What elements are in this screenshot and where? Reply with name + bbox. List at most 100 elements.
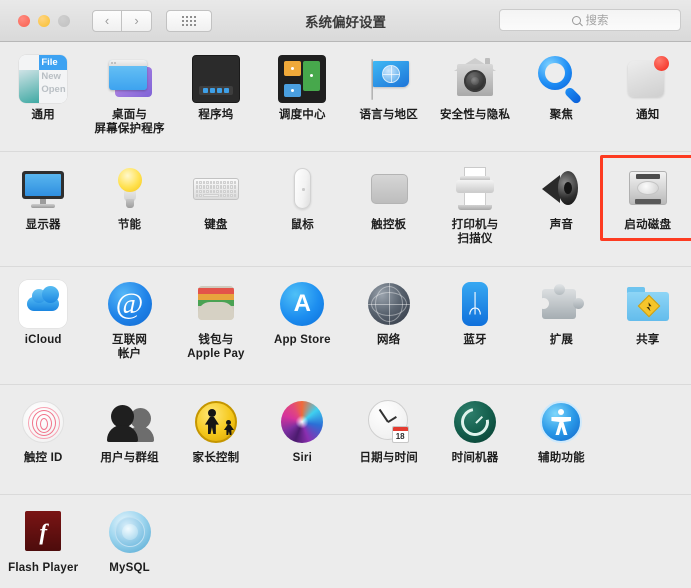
pref-pane-general[interactable]: FileNewOpen 通用 — [0, 42, 86, 151]
accessibility-icon — [537, 398, 585, 446]
pref-pane-mysql[interactable]: MySQL — [86, 495, 172, 587]
pref-pane-printers-scanners[interactable]: 打印机与 扫描仪 — [432, 152, 518, 266]
pref-pane-label: 声音 — [550, 218, 573, 232]
pref-pane-app-store[interactable]: AApp Store — [259, 267, 345, 384]
grid-icon — [182, 16, 196, 26]
pref-pane-label: App Store — [274, 333, 331, 347]
pref-pane-dock[interactable]: 程序坞 — [173, 42, 259, 151]
preference-grid: FileNewOpen 通用 桌面与 屏幕保护程序 程序坞 调度中心 语言与地区 安全性与隐… — [0, 42, 691, 588]
forward-button[interactable]: › — [122, 10, 152, 32]
at-sign-icon: @ — [106, 280, 154, 328]
row-internet: iCloud @ 互联网 帐户 钱包与 Apple Pay AApp Store网络ᛦ蓝… — [0, 267, 691, 385]
pref-pane-users-groups[interactable]: 用户与群组 — [86, 385, 172, 494]
system-preferences-window: ‹ › 系统偏好设置 搜索 FileNewOpen 通用 桌面与 屏幕保护程序 程序坞… — [0, 0, 691, 588]
pref-pane-label: 触控板 — [371, 218, 406, 232]
pref-pane-icloud[interactable]: iCloud — [0, 267, 86, 384]
pref-pane-label: 时间机器 — [452, 451, 499, 465]
search-field[interactable]: 搜索 — [499, 9, 681, 31]
search-icon — [572, 16, 581, 25]
titlebar: ‹ › 系统偏好设置 搜索 — [0, 0, 691, 42]
speaker-icon — [537, 165, 585, 213]
close-button[interactable] — [18, 15, 30, 27]
pref-pane-displays[interactable]: 显示器 — [0, 152, 86, 266]
users-icon — [106, 398, 154, 446]
pref-pane-label: 用户与群组 — [100, 451, 159, 465]
pref-pane-touch-id[interactable]: 触控 ID — [0, 385, 86, 494]
pref-pane-language-region[interactable]: 语言与地区 — [346, 42, 432, 151]
pref-pane-label: 桌面与 屏幕保护程序 — [94, 108, 164, 136]
pref-pane-label: Siri — [293, 451, 312, 465]
pref-pane-label: 鼠标 — [291, 218, 314, 232]
printer-icon — [451, 165, 499, 213]
pref-pane-mouse[interactable]: 鼠标 — [259, 152, 345, 266]
pref-pane-label: 通用 — [31, 108, 54, 122]
pref-pane-label: 辅助功能 — [538, 451, 585, 465]
navigation-buttons: ‹ › — [92, 10, 152, 32]
pref-pane-flash-player[interactable]: fFlash Player — [0, 495, 86, 587]
desktop-icon — [106, 55, 154, 103]
pref-pane-label: 通知 — [636, 108, 659, 122]
pref-pane-label: 显示器 — [26, 218, 61, 232]
pref-pane-label: 调度中心 — [279, 108, 326, 122]
pref-pane-label: 启动磁盘 — [624, 218, 671, 232]
row-personal: FileNewOpen 通用 桌面与 屏幕保护程序 程序坞 调度中心 语言与地区 安全性与隐… — [0, 42, 691, 152]
folder-sign-icon — [624, 280, 672, 328]
row-hardware: 显示器 节能键盘 鼠标 触控板 打印机与 扫描仪 声音 启动磁盘 — [0, 152, 691, 267]
pref-pane-parental-controls[interactable]: 家长控制 — [173, 385, 259, 494]
pref-pane-label: 触控 ID — [24, 451, 63, 465]
pref-pane-bluetooth[interactable]: ᛦ蓝牙 — [432, 267, 518, 384]
pref-pane-spotlight[interactable]: 聚焦 — [518, 42, 604, 151]
hard-drive-icon — [624, 165, 672, 213]
pref-pane-siri[interactable]: Siri — [259, 385, 345, 494]
pref-pane-label: 共享 — [636, 333, 659, 347]
pref-pane-label: 安全性与隐私 — [440, 108, 510, 122]
row-other: fFlash Player MySQL — [0, 495, 691, 587]
magnifier-icon — [537, 55, 585, 103]
mission-control-icon — [278, 55, 326, 103]
pref-pane-startup-disk[interactable]: 启动磁盘 — [605, 152, 691, 266]
pref-pane-security-privacy[interactable]: 安全性与隐私 — [432, 42, 518, 151]
pref-pane-label: 语言与地区 — [359, 108, 418, 122]
trackpad-icon — [365, 165, 413, 213]
search-placeholder: 搜索 — [586, 12, 609, 28]
pref-pane-label: 互联网 帐户 — [112, 333, 147, 361]
back-button[interactable]: ‹ — [92, 10, 122, 32]
mouse-icon — [278, 165, 326, 213]
pref-pane-label: iCloud — [25, 333, 62, 347]
pref-pane-label: 钱包与 Apple Pay — [187, 333, 244, 361]
pref-pane-internet-accounts[interactable]: @ 互联网 帐户 — [86, 267, 172, 384]
general-icon: FileNewOpen — [19, 55, 67, 103]
pref-pane-wallet-apple-pay[interactable]: 钱包与 Apple Pay — [173, 267, 259, 384]
pref-pane-label: 键盘 — [204, 218, 227, 232]
notification-badge-icon — [624, 55, 672, 103]
pref-pane-notifications[interactable]: 通知 — [605, 42, 691, 151]
minimize-button[interactable] — [38, 15, 50, 27]
pref-pane-trackpad[interactable]: 触控板 — [346, 152, 432, 266]
dock-icon — [192, 55, 240, 103]
pref-pane-keyboard[interactable]: 键盘 — [173, 152, 259, 266]
pref-pane-label: MySQL — [109, 561, 150, 575]
globe-network-icon — [365, 280, 413, 328]
pref-pane-time-machine[interactable]: 时间机器 — [432, 385, 518, 494]
keyboard-icon — [192, 165, 240, 213]
window-controls — [18, 15, 70, 27]
pref-pane-extensions[interactable]: 扩展 — [518, 267, 604, 384]
mysql-icon — [106, 508, 154, 556]
pref-pane-label: 聚焦 — [550, 108, 573, 122]
pref-pane-sound[interactable]: 声音 — [518, 152, 604, 266]
pref-pane-label: 打印机与 扫描仪 — [452, 218, 499, 246]
clock-calendar-icon: 18 — [365, 398, 413, 446]
pref-pane-desktop-saver[interactable]: 桌面与 屏幕保护程序 — [86, 42, 172, 151]
pref-pane-label: 日期与时间 — [359, 451, 418, 465]
zoom-button[interactable] — [58, 15, 70, 27]
pref-pane-date-time[interactable]: 18 日期与时间 — [346, 385, 432, 494]
pref-pane-energy-saver[interactable]: 节能 — [86, 152, 172, 266]
time-machine-icon — [451, 398, 499, 446]
pref-pane-network[interactable]: 网络 — [346, 267, 432, 384]
pref-pane-accessibility[interactable]: 辅助功能 — [518, 385, 604, 494]
pref-pane-sharing[interactable]: 共享 — [605, 267, 691, 384]
show-all-button[interactable] — [166, 10, 212, 32]
pref-pane-mission-control[interactable]: 调度中心 — [259, 42, 345, 151]
bluetooth-icon: ᛦ — [451, 280, 499, 328]
pref-pane-label: 程序坞 — [198, 108, 233, 122]
